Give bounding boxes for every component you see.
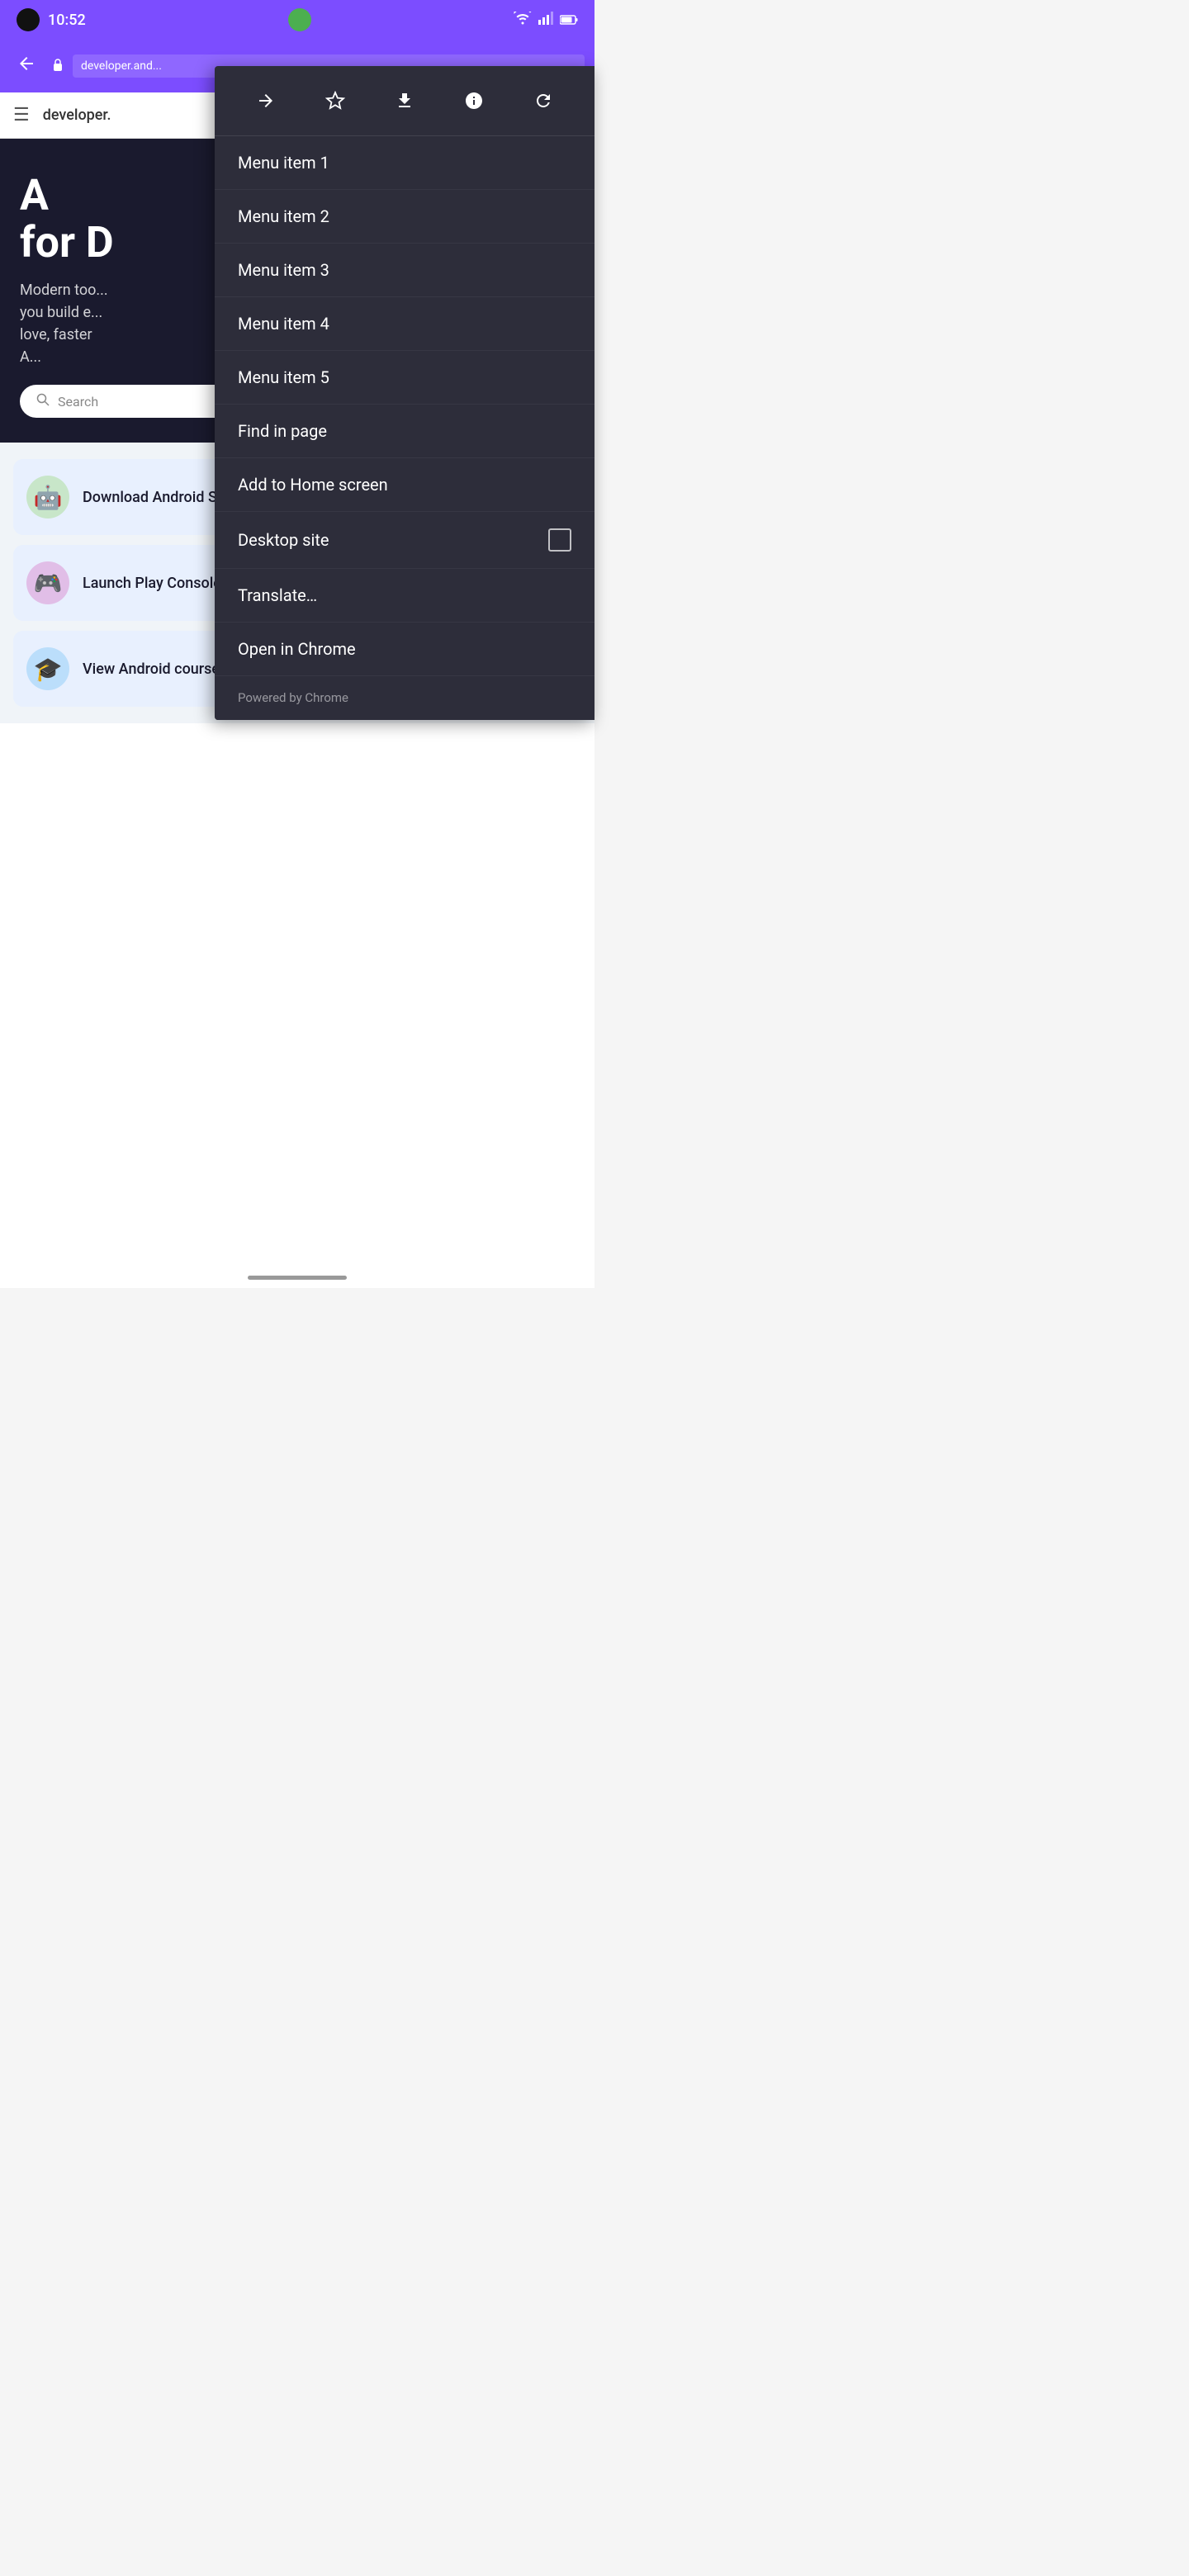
menu-item-5[interactable]: Menu item 5	[215, 351, 594, 405]
menu-overlay: Menu item 1 Menu item 2 Menu item 3 Menu…	[0, 0, 594, 1288]
download-button[interactable]	[385, 81, 424, 121]
menu-item-3[interactable]: Menu item 3	[215, 244, 594, 297]
menu-icon-row	[215, 66, 594, 136]
refresh-button[interactable]	[523, 81, 563, 121]
menu-item-2[interactable]: Menu item 2	[215, 190, 594, 244]
menu-item-add-to-home[interactable]: Add to Home screen	[215, 458, 594, 512]
menu-item-desktop-site[interactable]: Desktop site	[215, 512, 594, 569]
bookmark-button[interactable]	[315, 81, 355, 121]
context-menu: Menu item 1 Menu item 2 Menu item 3 Menu…	[215, 66, 594, 720]
desktop-site-checkbox[interactable]	[548, 528, 571, 552]
info-button[interactable]	[454, 81, 494, 121]
menu-item-translate[interactable]: Translate…	[215, 569, 594, 623]
menu-item-open-in-chrome[interactable]: Open in Chrome	[215, 623, 594, 676]
menu-item-1[interactable]: Menu item 1	[215, 136, 594, 190]
menu-item-4[interactable]: Menu item 4	[215, 297, 594, 351]
menu-item-find-in-page[interactable]: Find in page	[215, 405, 594, 458]
menu-footer: Powered by Chrome	[215, 676, 594, 720]
forward-button[interactable]	[246, 81, 286, 121]
powered-by-label: Powered by Chrome	[238, 690, 348, 705]
